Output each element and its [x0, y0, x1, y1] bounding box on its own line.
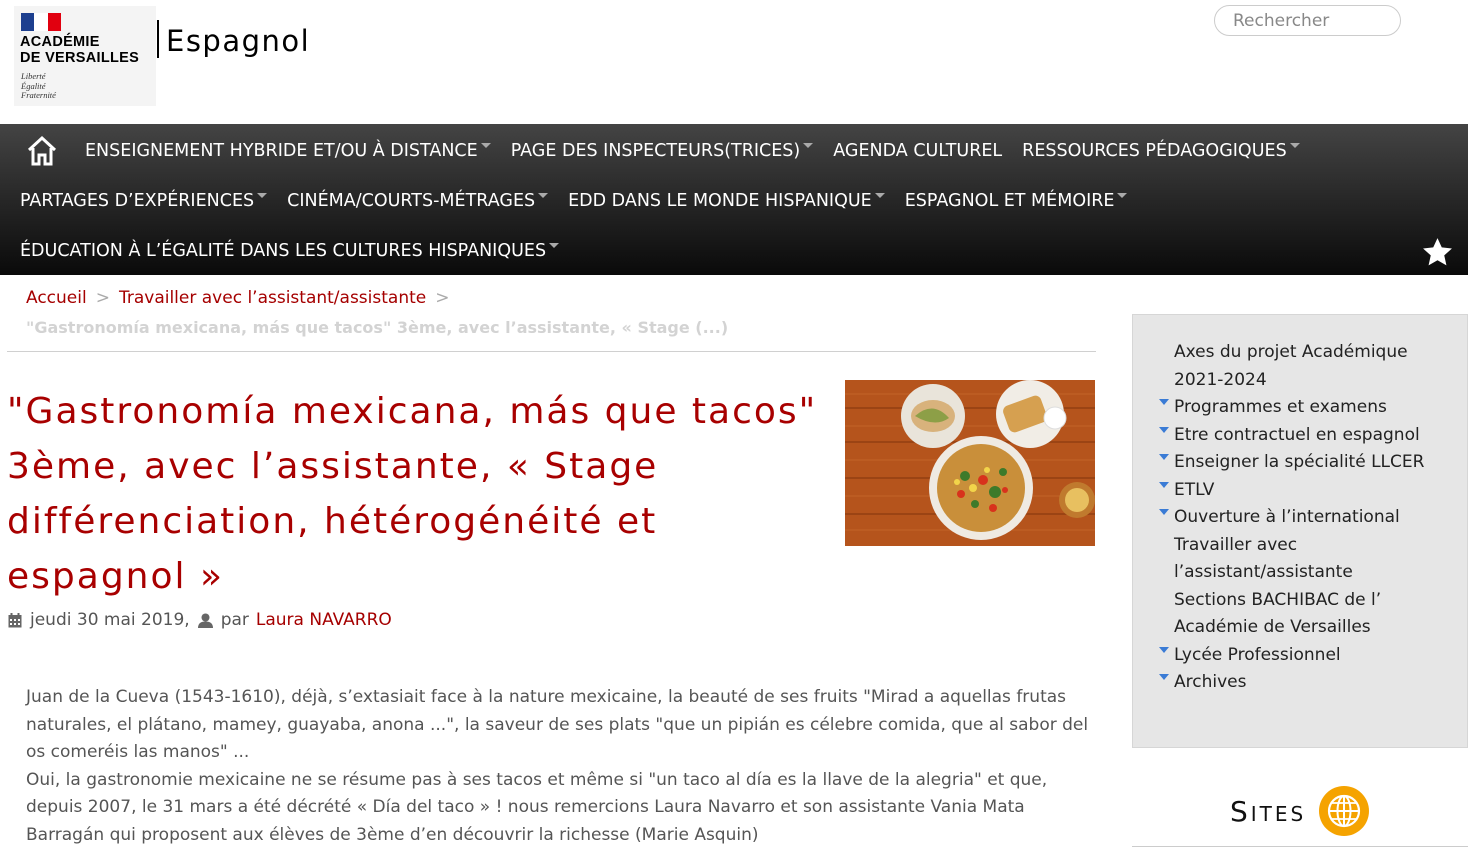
nav-item-memoire[interactable]: ESPAGNOL ET MÉMOIRE: [905, 191, 1128, 211]
expand-triangle-icon[interactable]: [1159, 481, 1169, 488]
expand-triangle-icon[interactable]: [1159, 509, 1169, 515]
article-paragraph: Oui, la gastronomie mexicaine ne se résu…: [26, 769, 1048, 845]
breadcrumb: Accueil > Travailler avec l’assistant/assi…: [26, 288, 1096, 337]
sites-title: Sites: [1230, 794, 1307, 828]
breadcrumb-home-link[interactable]: Accueil: [26, 288, 87, 308]
breadcrumb-separator: >: [435, 288, 450, 308]
expand-triangle-icon[interactable]: [1159, 674, 1169, 680]
academie-logo[interactable]: ACADÉMIE DE VERSAILLES Liberté Égalité F…: [14, 6, 156, 106]
expand-triangle-icon[interactable]: [1159, 399, 1169, 405]
breadcrumb-separator: >: [95, 288, 110, 308]
caret-down-icon: [538, 193, 549, 198]
article-meta: jeudi 30 mai 2019, par Laura NAVARRO: [8, 610, 392, 630]
nav-item-partages[interactable]: PARTAGES D’EXPÉRIENCES: [20, 191, 268, 211]
globe-icon: [1319, 786, 1370, 836]
caret-down-icon: [549, 243, 560, 248]
sidebar-item-programmes[interactable]: Programmes et examens: [1159, 394, 1459, 422]
sidebar-item-archives[interactable]: Archives: [1159, 669, 1459, 697]
caret-down-icon: [1289, 143, 1300, 148]
article-title: "Gastronomía mexicana, más que tacos" 3è…: [7, 391, 818, 597]
sidebar-item-llcer[interactable]: Enseigner la spécialité LLCER: [1159, 449, 1459, 477]
nav-row-3: ÉDUCATION À L’ÉGALITÉ DANS LES CULTURES …: [20, 226, 560, 276]
nav-item-ressources[interactable]: RESSOURCES PÉDAGOGIQUES: [1022, 141, 1300, 161]
expand-triangle-icon[interactable]: [1159, 426, 1169, 433]
search-input[interactable]: [1214, 5, 1401, 36]
site-name-separator: [157, 20, 159, 58]
article-by: par: [220, 610, 249, 630]
french-flag-icon: [21, 13, 61, 31]
nav-item-agenda-culturel[interactable]: AGENDA CULTUREL: [833, 141, 1002, 161]
nav-item-enseignement-hybride[interactable]: ENSEIGNEMENT HYBRIDE ET/OU À DISTANCE: [85, 141, 491, 161]
breadcrumb-divider: [7, 351, 1096, 352]
sidebar-item-international[interactable]: Ouverture à l’international: [1159, 504, 1459, 532]
sites-section-header: Sites: [1230, 785, 1370, 837]
expand-triangle-icon[interactable]: [1159, 646, 1169, 653]
nav-item-cinema[interactable]: CINÉMA/COURTS-MÉTRAGES: [287, 191, 549, 211]
nav-row-2: PARTAGES D’EXPÉRIENCES CINÉMA/COURTS-MÉT…: [20, 176, 1128, 226]
site-header: ACADÉMIE DE VERSAILLES Liberté Égalité F…: [0, 0, 1468, 124]
logo-motto: Liberté Égalité Fraternité: [21, 71, 56, 100]
expand-triangle-icon[interactable]: [1159, 454, 1169, 460]
article-image: [845, 380, 1095, 546]
user-icon: [197, 613, 213, 628]
sidebar-list: Axes du projet Académique 2021-2024 Prog…: [1159, 339, 1459, 697]
logo-line-2: DE VERSAILLES: [20, 50, 140, 66]
article-author-link[interactable]: Laura NAVARRO: [256, 610, 392, 630]
caret-down-icon: [803, 143, 814, 148]
sidebar-item-contractuel[interactable]: Etre contractuel en espagnol: [1159, 422, 1459, 450]
sidebar-menu: Axes du projet Académique 2021-2024 Prog…: [1132, 314, 1468, 748]
logo-line-1: ACADÉMIE: [20, 34, 100, 50]
sidebar-item-axes[interactable]: Axes du projet Académique 2021-2024: [1159, 339, 1459, 394]
sidebar-item-lycee-pro[interactable]: Lycée Professionnel: [1159, 642, 1459, 670]
caret-down-icon: [1117, 193, 1128, 198]
nav-item-inspecteurs[interactable]: PAGE DES INSPECTEURS(TRICES): [511, 141, 814, 161]
nav-item-edd[interactable]: EDD DANS LE MONDE HISPANIQUE: [568, 191, 885, 211]
article-date: jeudi 30 mai 2019,: [30, 610, 190, 630]
caret-down-icon: [480, 143, 491, 148]
calendar-icon: [8, 612, 22, 627]
star-icon[interactable]: [1421, 236, 1454, 269]
main-navigation: ENSEIGNEMENT HYBRIDE ET/OU À DISTANCE PA…: [0, 124, 1468, 275]
breadcrumb-current: "Gastronomía mexicana, más que tacos" 3è…: [26, 318, 729, 337]
article-paragraph: Juan de la Cueva (1543-1610), déjà, s’ex…: [26, 687, 1089, 762]
breadcrumb-section-link[interactable]: Travailler avec l’assistant/assistante: [119, 288, 426, 308]
sidebar-item-assistant[interactable]: Travailler avec l’assistant/assistante: [1159, 532, 1459, 587]
site-name[interactable]: Espagnol: [166, 24, 310, 58]
caret-down-icon: [874, 193, 885, 198]
caret-down-icon: [257, 193, 268, 198]
home-icon[interactable]: [26, 135, 58, 167]
sidebar-item-bachibac[interactable]: Sections BACHIBAC de l’ Académie de Vers…: [1159, 587, 1459, 642]
nav-row-1: ENSEIGNEMENT HYBRIDE ET/OU À DISTANCE PA…: [26, 126, 1300, 176]
sidebar-item-etlv[interactable]: ETLV: [1159, 477, 1459, 505]
food-photo-icon: [845, 380, 1095, 546]
article-body: Juan de la Cueva (1543-1610), déjà, s’ex…: [26, 684, 1096, 849]
nav-item-egalite[interactable]: ÉDUCATION À L’ÉGALITÉ DANS LES CULTURES …: [20, 241, 560, 261]
sites-divider: [1132, 846, 1468, 847]
